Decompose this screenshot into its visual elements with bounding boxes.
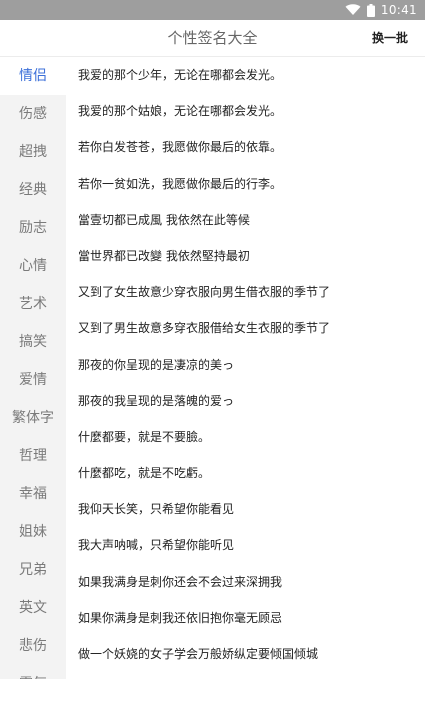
sidebar-item-category[interactable]: 英文 xyxy=(0,589,66,627)
signature-item[interactable]: 若你白发苍苍，我愿做你最后的依靠。 xyxy=(66,129,425,165)
status-time: 10:41 xyxy=(380,3,417,17)
sidebar-item-category[interactable]: 悲伤 xyxy=(0,627,66,665)
sidebar-item-category[interactable]: 搞笑 xyxy=(0,323,66,361)
signature-item[interactable]: 做一个妖娆的女子学会万般娇纵定要倾国倾城 xyxy=(66,636,425,672)
sidebar-item-category[interactable]: 姐妹 xyxy=(0,513,66,551)
signature-list: 我爱的那个少年，无论在哪都会发光。 我爱的那个姑娘，无论在哪都会发光。 若你白发苍苍… xyxy=(66,57,425,679)
sidebar-item-category[interactable]: 霸气 xyxy=(0,665,66,679)
signature-item[interactable]: 我爱的那个姑娘，无论在哪都会发光。 xyxy=(66,93,425,129)
sidebar-item-category[interactable]: 超拽 xyxy=(0,133,66,171)
sidebar-item-category[interactable]: 兄弟 xyxy=(0,551,66,589)
sidebar-item-category[interactable]: 幸福 xyxy=(0,475,66,513)
sidebar-item-category[interactable]: 伤感 xyxy=(0,95,66,133)
signature-item[interactable]: 若你一贫如洗，我愿做你最后的行李。 xyxy=(66,166,425,202)
sidebar-item-category[interactable]: 繁体字 xyxy=(0,399,66,437)
status-bar-right: 10:41 xyxy=(345,0,417,20)
signature-item[interactable]: 什麼都吃，就是不吃虧。 xyxy=(66,455,425,491)
battery-icon xyxy=(366,3,375,17)
signature-item[interactable]: 我仰天长笑，只希望你能看见 xyxy=(66,491,425,527)
signature-item[interactable]: 如果我满身是刺你还会不会过来深拥我 xyxy=(66,564,425,600)
signature-item[interactable]: 又到了女生故意少穿衣服向男生借衣服的季节了 xyxy=(66,274,425,310)
sidebar-item-category[interactable]: 艺术 xyxy=(0,285,66,323)
signature-item[interactable]: 什麼都要，就是不要臉。 xyxy=(66,419,425,455)
page-title: 个性签名大全 xyxy=(167,29,258,47)
bottom-area xyxy=(0,679,425,717)
sidebar-item-category[interactable]: 励志 xyxy=(0,209,66,247)
signature-item[interactable]: 當世界都已改變 我依然堅持最初 xyxy=(66,238,425,274)
status-bar: 10:41 xyxy=(0,0,425,20)
category-sidebar: 情侣伤感超拽经典励志心情艺术搞笑爱情繁体字哲理幸福姐妹兄弟英文悲伤霸气 xyxy=(0,57,66,679)
signature-item[interactable]: 那夜的我呈现的是落魄的爱っ xyxy=(66,383,425,419)
sidebar-item-category[interactable]: 经典 xyxy=(0,171,66,209)
sidebar-item-category[interactable]: 心情 xyxy=(0,247,66,285)
app-header: 个性签名大全 换一批 xyxy=(0,20,425,57)
refresh-batch-button[interactable]: 换一批 xyxy=(372,20,408,56)
signature-item[interactable]: 那夜的你呈现的是凄凉的美っ xyxy=(66,347,425,383)
signature-item[interactable]: 當壹切都已成風 我依然在此等候 xyxy=(66,202,425,238)
signature-item[interactable]: 又到了男生故意多穿衣服借给女生衣服的季节了 xyxy=(66,310,425,346)
sidebar-item-category[interactable]: 情侣 xyxy=(0,57,66,95)
signature-item[interactable]: 我大声呐喊，只希望你能听见 xyxy=(66,527,425,563)
sidebar-item-category[interactable]: 爱情 xyxy=(0,361,66,399)
sidebar-item-category[interactable]: 哲理 xyxy=(0,437,66,475)
signature-item[interactable]: 我爱的那个少年，无论在哪都会发光。 xyxy=(66,57,425,93)
signature-item[interactable]: 如果你满身是刺我还依旧抱你毫无顾忌 xyxy=(66,600,425,636)
wifi-icon xyxy=(345,4,361,15)
